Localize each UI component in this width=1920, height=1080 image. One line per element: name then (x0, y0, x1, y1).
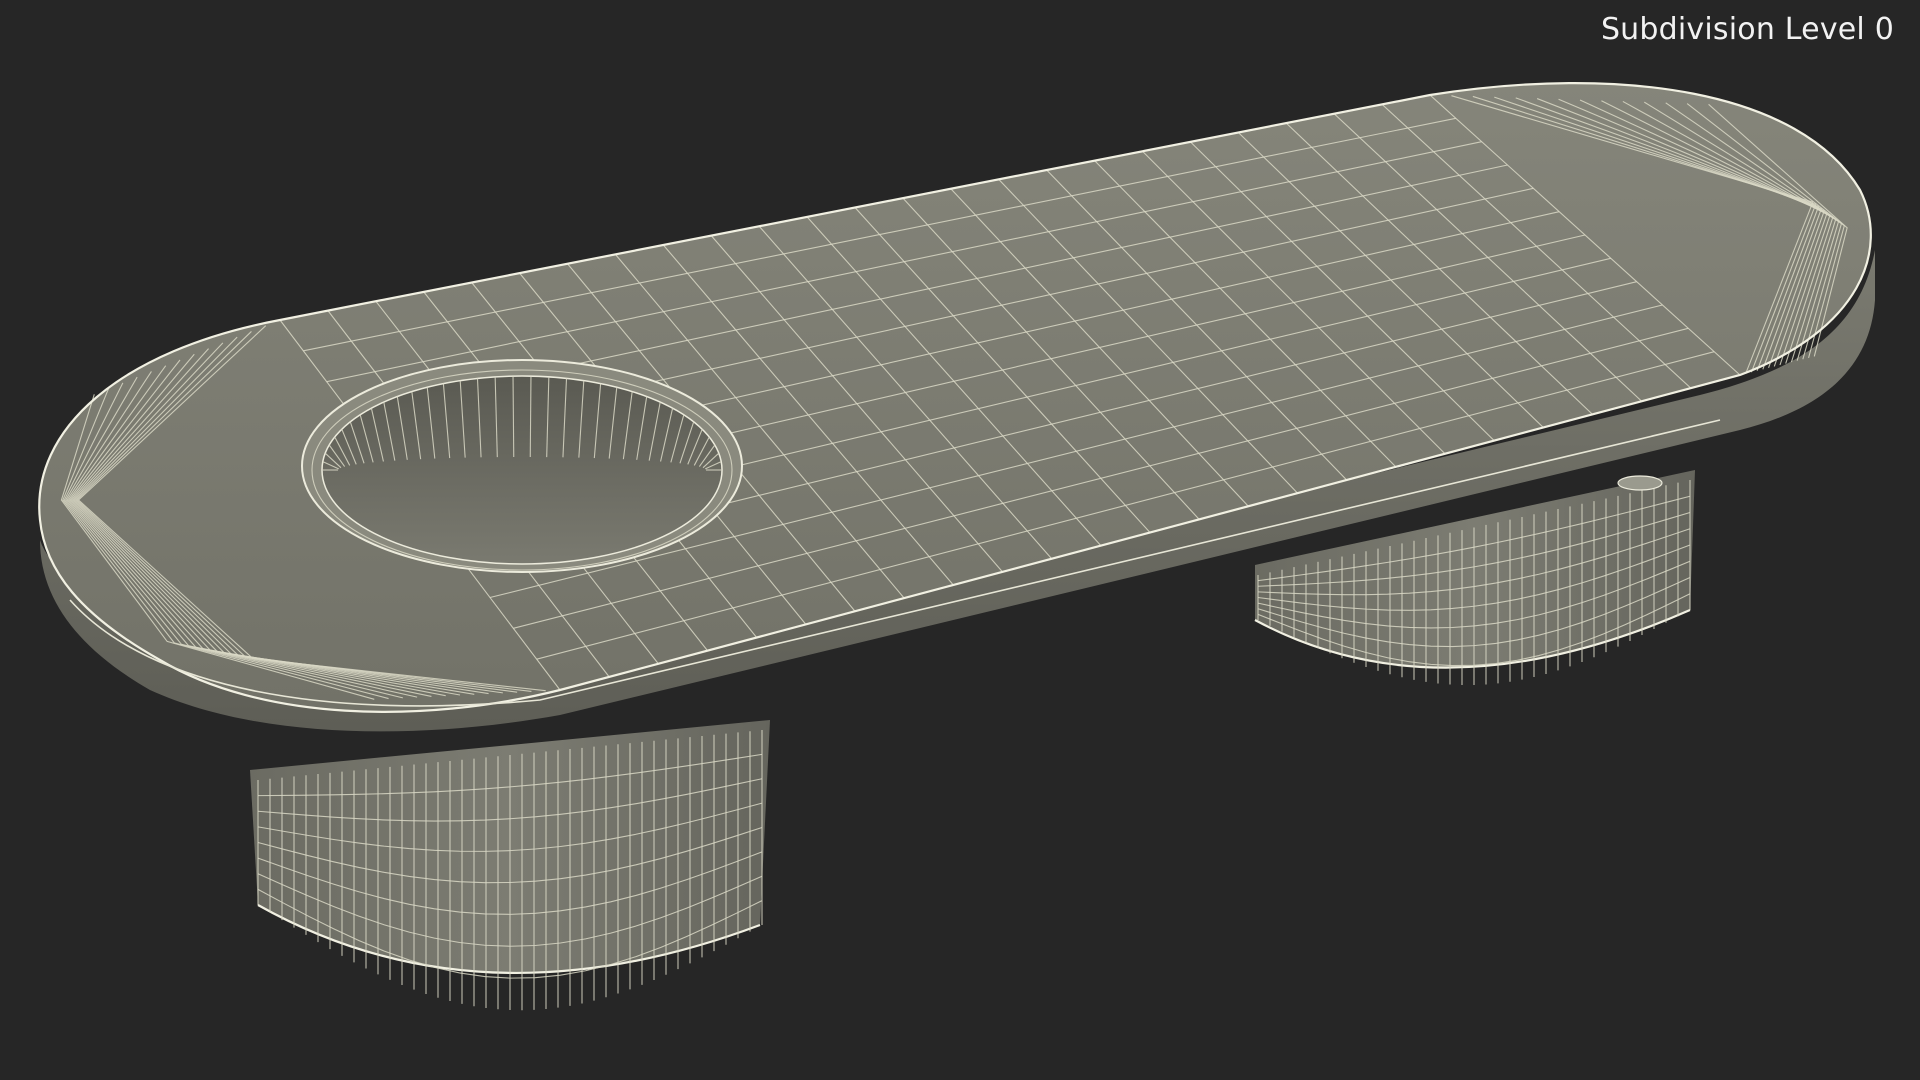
left-foot-cylinder (250, 720, 770, 1011)
cylindrical-hole (301, 359, 743, 573)
3d-viewport[interactable]: Subdivision Level 0 (0, 0, 1920, 1080)
side-notch-detail (1617, 475, 1663, 491)
wireframe-mesh-render (38, 82, 1875, 1011)
subdivision-level-label: Subdivision Level 0 (1600, 12, 1894, 47)
